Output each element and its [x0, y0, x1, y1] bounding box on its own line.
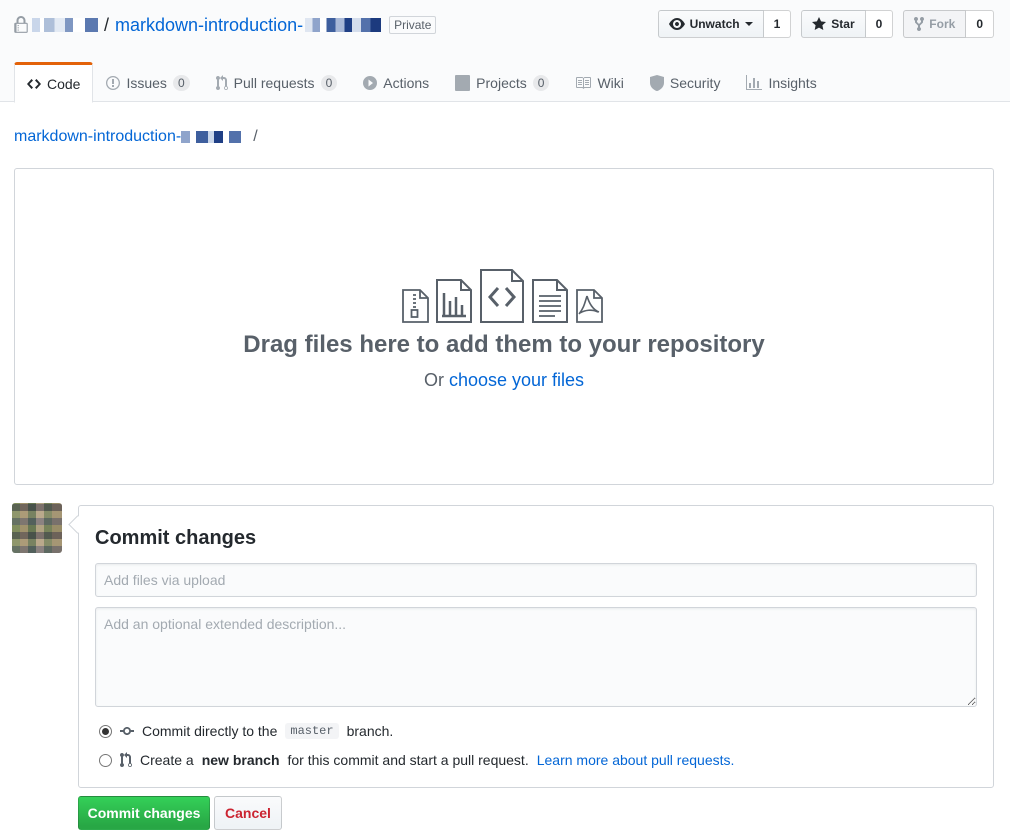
- file-text-icon: [532, 279, 568, 323]
- repo-name-link[interactable]: markdown-introduction-: [115, 15, 303, 36]
- tab-code-label: Code: [47, 75, 81, 92]
- file-code-icon: [480, 269, 524, 323]
- star-icon: [812, 17, 827, 30]
- file-pdf-icon: [576, 289, 603, 323]
- repo-actions: Unwatch 1 Star 0 Fork 0: [657, 10, 994, 38]
- commit-description-input[interactable]: [95, 607, 977, 707]
- fork-button[interactable]: Fork: [903, 10, 967, 38]
- new-branch-suffix: for this commit and start a pull request…: [287, 752, 529, 768]
- breadcrumb-separator: /: [253, 128, 258, 145]
- private-label: Private: [389, 16, 437, 34]
- commit-summary-input[interactable]: [95, 563, 977, 597]
- commit-direct-radio[interactable]: [99, 724, 112, 738]
- unwatch-button[interactable]: Unwatch: [657, 10, 764, 38]
- tab-insights[interactable]: Insights: [733, 62, 829, 102]
- dropzone-subtitle: Or choose your files: [15, 370, 993, 391]
- star-group: Star 0: [801, 10, 894, 38]
- graph-icon: [746, 75, 763, 90]
- tab-insights-label: Insights: [768, 75, 817, 91]
- breadcrumb-repo-suffix-redacted[interactable]: [181, 131, 242, 143]
- repo-forked-icon: [914, 16, 925, 32]
- commit-direct-text: Commit directly to the: [142, 723, 278, 739]
- owner-name-redacted[interactable]: [32, 18, 98, 32]
- branch-name: master: [285, 723, 339, 739]
- tab-pull-requests[interactable]: Pull requests 0: [203, 62, 351, 102]
- dropzone-or-text: Or: [423, 370, 444, 390]
- tab-projects[interactable]: Projects 0: [442, 62, 562, 102]
- code-icon: [27, 78, 41, 89]
- breadcrumb: markdown-introduction- /: [14, 128, 258, 146]
- unwatch-label: Unwatch: [689, 17, 740, 31]
- fork-label: Fork: [929, 17, 956, 31]
- repo-nav: Code Issues 0 Pull requests 0 Actions Pr…: [14, 62, 830, 103]
- tab-actions[interactable]: Actions: [350, 62, 442, 102]
- stargazers-count[interactable]: 0: [865, 10, 894, 38]
- shield-icon: [649, 75, 664, 91]
- dropzone-title: Drag files here to add them to your repo…: [243, 331, 765, 358]
- lock-icon: [14, 16, 28, 33]
- projects-counter: 0: [532, 75, 550, 91]
- star-button[interactable]: Star: [801, 10, 866, 38]
- book-icon: [576, 77, 592, 89]
- tab-issues-label: Issues: [126, 75, 167, 91]
- tab-projects-label: Projects: [476, 75, 527, 91]
- commit-new-branch-radio[interactable]: [99, 753, 112, 767]
- commit-direct-option: Commit directly to the master branch.: [99, 723, 393, 739]
- file-dropzone[interactable]: Drag files here to add them to your repo…: [14, 168, 994, 485]
- tab-security-label: Security: [669, 75, 721, 91]
- project-icon: [455, 75, 471, 91]
- choose-files-link[interactable]: choose your files: [449, 370, 584, 390]
- new-branch-bold: new branch: [201, 752, 280, 768]
- play-icon: [363, 76, 378, 90]
- file-type-icons: [401, 269, 603, 323]
- commit-direct-suffix: branch.: [346, 723, 394, 739]
- star-label: Star: [831, 17, 855, 31]
- forks-count[interactable]: 0: [966, 10, 994, 38]
- commit-new-branch-option: Create a new branch for this commit and …: [99, 752, 734, 768]
- breadcrumb-repo-link[interactable]: markdown-introduction-: [14, 128, 181, 146]
- repo-title: / markdown-introduction- Private: [14, 12, 437, 38]
- issues-counter: 0: [172, 75, 190, 91]
- git-commit-icon: [120, 727, 134, 735]
- repo-header: / markdown-introduction- Private Unwatch…: [0, 0, 1010, 103]
- repo-name-suffix-redacted[interactable]: [305, 18, 382, 32]
- cancel-button[interactable]: Cancel: [214, 796, 282, 830]
- path-separator: /: [104, 14, 110, 35]
- commit-changes-button[interactable]: Commit changes: [78, 796, 210, 830]
- commit-form: Commit changes Commit directly to the ma…: [78, 505, 994, 788]
- file-chart-icon: [436, 279, 472, 323]
- learn-more-pull-requests-link[interactable]: Learn more about pull requests.: [537, 752, 735, 768]
- tab-code[interactable]: Code: [14, 62, 94, 103]
- tab-security[interactable]: Security: [637, 62, 734, 102]
- git-pull-request-icon: [120, 752, 132, 767]
- pull-requests-counter: 0: [320, 75, 338, 91]
- file-zip-icon: [402, 289, 429, 323]
- watch-group: Unwatch 1: [657, 10, 792, 38]
- tab-issues[interactable]: Issues 0: [93, 62, 202, 102]
- issue-opened-icon: [106, 76, 121, 90]
- new-branch-prefix: Create a: [140, 752, 194, 768]
- tab-pull-requests-label: Pull requests: [233, 75, 315, 91]
- commit-heading: Commit changes: [95, 527, 257, 549]
- tab-actions-label: Actions: [383, 75, 430, 91]
- watchers-count[interactable]: 1: [763, 10, 792, 38]
- eye-icon: [668, 18, 685, 30]
- avatar[interactable]: [12, 503, 62, 553]
- caret-down-icon: [744, 22, 753, 26]
- tab-wiki-label: Wiki: [597, 75, 624, 91]
- tab-wiki[interactable]: Wiki: [562, 62, 636, 102]
- fork-group: Fork 0: [903, 10, 994, 38]
- git-pull-request-icon: [215, 75, 228, 91]
